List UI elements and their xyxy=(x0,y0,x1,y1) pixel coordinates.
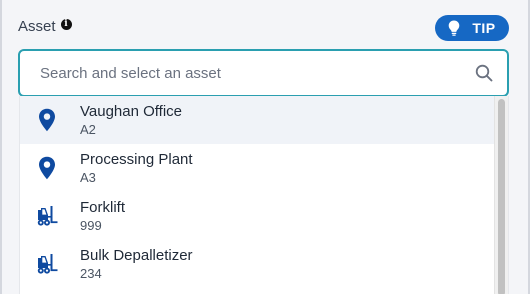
asset-code: 234 xyxy=(80,265,102,281)
list-item[interactable]: Forklift 999 xyxy=(20,192,496,240)
search-icon[interactable] xyxy=(475,64,493,82)
list-item[interactable]: Vaughan Office A2 xyxy=(20,96,496,144)
list-item-text: Forklift 999 xyxy=(80,199,125,234)
location-pin-icon xyxy=(36,108,58,132)
asset-name: Vaughan Office xyxy=(80,102,183,120)
list-item-text: Vaughan Office A2 xyxy=(80,103,182,138)
asset-name: Bulk Depalletizer xyxy=(80,246,193,264)
asset-field-panel: Asset i TIP Vaughan Office xyxy=(2,0,528,294)
asset-name: Forklift xyxy=(80,198,125,216)
field-label-row: Asset i xyxy=(18,18,72,35)
forklift-icon xyxy=(36,252,58,276)
info-icon[interactable]: i xyxy=(60,19,72,30)
asset-options-list: Vaughan Office A2 Processing Plant A3 Fo… xyxy=(20,96,496,288)
asset-code: A3 xyxy=(80,169,96,185)
lightbulb-icon xyxy=(449,20,460,36)
asset-search-input[interactable] xyxy=(40,64,475,82)
scrollbar-thumb[interactable] xyxy=(498,99,505,294)
forklift-icon xyxy=(36,204,58,228)
dropdown-scrollbar[interactable] xyxy=(494,96,508,294)
location-pin-icon xyxy=(36,156,58,180)
list-item[interactable]: Bulk Depalletizer 234 xyxy=(20,240,496,288)
asset-options-dropdown: Vaughan Office A2 Processing Plant A3 Fo… xyxy=(19,96,509,294)
asset-code: 999 xyxy=(80,217,102,233)
asset-search-box[interactable] xyxy=(18,49,509,97)
list-item-text: Processing Plant A3 xyxy=(80,151,193,186)
asset-code: A2 xyxy=(80,121,96,137)
list-item-text: Bulk Depalletizer 234 xyxy=(80,247,193,282)
list-item[interactable]: Processing Plant A3 xyxy=(20,144,496,192)
asset-name: Processing Plant xyxy=(80,150,193,168)
field-label: Asset xyxy=(18,18,56,35)
tip-label: TIP xyxy=(472,20,496,36)
tip-button[interactable]: TIP xyxy=(435,15,509,41)
